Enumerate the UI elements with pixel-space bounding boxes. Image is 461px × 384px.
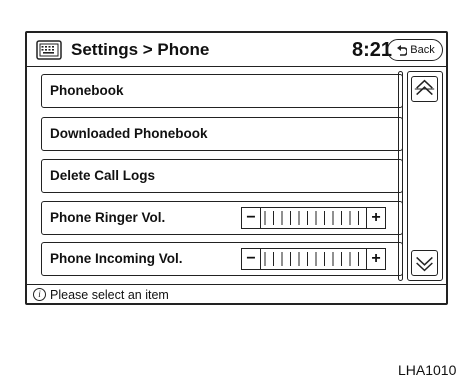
volume-minus-button[interactable]: − <box>242 249 261 269</box>
back-label: Back <box>410 44 435 56</box>
title-bar: Settings > Phone 8:21 Back <box>27 33 446 67</box>
list-item-phone-ringer-vol[interactable]: Phone Ringer Vol. − + <box>41 201 403 235</box>
list-item-label: Delete Call Logs <box>50 168 156 183</box>
list-item-label: Phone Ringer Vol. <box>50 210 166 225</box>
scroll-up-icon <box>414 79 435 96</box>
volume-level-bar[interactable] <box>261 249 366 269</box>
back-arrow-icon <box>397 45 408 56</box>
list-item-downloaded-phonebook[interactable]: Downloaded Phonebook <box>41 117 403 151</box>
volume-plus-button[interactable]: + <box>366 208 385 228</box>
list-item-phone-incoming-vol[interactable]: Phone Incoming Vol. − + <box>41 242 403 276</box>
incoming-volume-control: − + <box>241 248 386 270</box>
ringer-volume-control: − + <box>241 207 386 229</box>
list-item-label: Phonebook <box>50 83 124 98</box>
scroll-controls <box>407 71 443 281</box>
list-item-delete-call-logs[interactable]: Delete Call Logs <box>41 159 403 193</box>
volume-plus-button[interactable]: + <box>366 249 385 269</box>
phone-settings-screen: Settings > Phone 8:21 Back Phonebook Dow… <box>25 31 448 305</box>
scroll-position-indicator <box>398 71 403 281</box>
figure-code: LHA1010 <box>398 362 457 378</box>
back-button[interactable]: Back <box>387 39 443 61</box>
scroll-down-button[interactable] <box>411 250 438 276</box>
list-item-label: Downloaded Phonebook <box>50 126 208 141</box>
list-item-label: Phone Incoming Vol. <box>50 251 183 266</box>
screen-title: Settings > Phone <box>71 40 210 59</box>
scroll-up-button[interactable] <box>411 76 438 102</box>
keyboard-icon[interactable] <box>36 40 62 60</box>
volume-minus-button[interactable]: − <box>242 208 261 228</box>
info-icon: i <box>33 288 46 301</box>
volume-level-bar[interactable] <box>261 208 366 228</box>
status-bar: i Please select an item <box>27 284 446 305</box>
status-message: Please select an item <box>50 288 169 302</box>
list-item-phonebook[interactable]: Phonebook <box>41 74 403 108</box>
scroll-down-icon <box>416 256 433 272</box>
